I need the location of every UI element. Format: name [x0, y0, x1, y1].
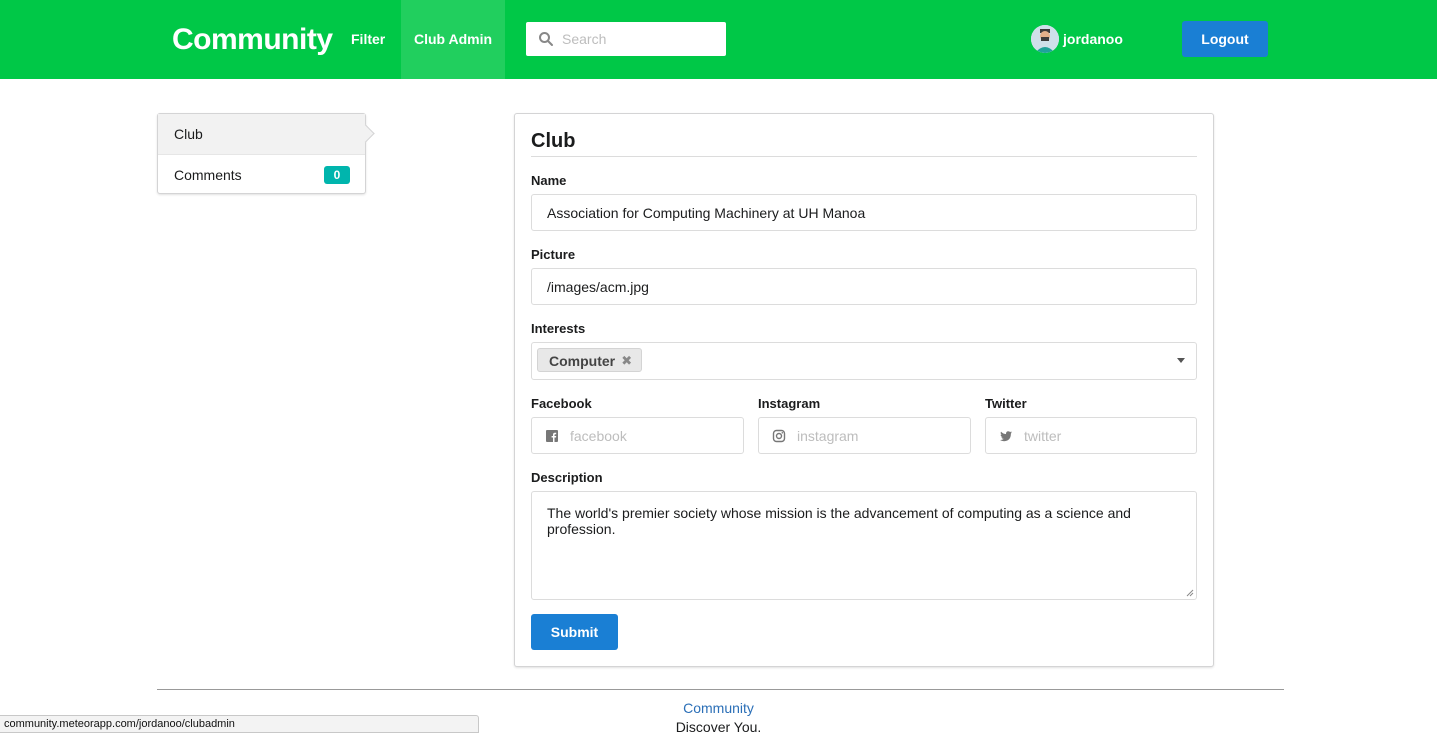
interests-multiselect[interactable]: Computer ✖: [531, 342, 1197, 380]
footer-divider: [157, 689, 1284, 690]
description-value: The world's premier society whose missio…: [547, 505, 1131, 537]
name-field[interactable]: Association for Computing Machinery at U…: [531, 194, 1197, 231]
dropdown-caret-icon[interactable]: [1177, 358, 1185, 363]
instagram-icon: [772, 429, 786, 443]
interest-chip-label: Computer: [549, 353, 616, 369]
form-title: Club: [531, 130, 576, 152]
sidebar-menu: Club Comments 0: [157, 113, 375, 194]
active-pointer: [356, 124, 375, 143]
top-navbar: Community Filter Club Admin jordanoo Log…: [0, 0, 1437, 79]
twitter-placeholder: twitter: [1024, 427, 1062, 444]
user-name[interactable]: jordanoo: [1063, 25, 1123, 53]
nav-link-club-admin[interactable]: Club Admin: [401, 0, 505, 79]
resize-handle-icon[interactable]: [1186, 589, 1194, 597]
twitter-label: Twitter: [985, 396, 1027, 411]
description-label: Description: [531, 470, 603, 485]
facebook-field[interactable]: facebook: [531, 417, 744, 454]
sidebar-item-club[interactable]: Club: [158, 114, 375, 154]
name-label: Name: [531, 173, 567, 188]
club-form: Club Name Association for Computing Mach…: [514, 113, 1214, 667]
picture-field[interactable]: /images/acm.jpg: [531, 268, 1197, 305]
facebook-label: Facebook: [531, 396, 592, 411]
picture-label: Picture: [531, 247, 576, 262]
brand-logo[interactable]: Community: [172, 20, 333, 60]
search-input[interactable]: [562, 22, 722, 56]
instagram-placeholder: instagram: [797, 427, 859, 444]
search-box: [526, 22, 726, 56]
sidebar-item-label: Club: [174, 126, 203, 142]
facebook-icon: [546, 430, 558, 442]
twitter-field[interactable]: twitter: [985, 417, 1197, 454]
title-divider: [531, 156, 1197, 157]
sidebar-item-label: Comments: [174, 167, 242, 183]
interest-chip[interactable]: Computer ✖: [537, 348, 643, 373]
picture-value: /images/acm.jpg: [547, 278, 649, 295]
facebook-placeholder: facebook: [570, 427, 627, 444]
logout-button[interactable]: Logout: [1182, 21, 1268, 57]
interests-label: Interests: [531, 321, 586, 336]
comments-count-badge: 0: [324, 166, 350, 184]
browser-status-bar: community.meteorapp.com/jordanoo/clubadm…: [0, 715, 479, 733]
sidebar-item-comments[interactable]: Comments 0: [158, 154, 365, 194]
twitter-icon: [1000, 431, 1012, 442]
remove-chip-icon[interactable]: ✖: [621, 349, 632, 373]
submit-button[interactable]: Submit: [531, 614, 618, 650]
description-textarea[interactable]: The world's premier society whose missio…: [531, 491, 1197, 600]
name-value: Association for Computing Machinery at U…: [547, 204, 866, 221]
avatar-person-icon: [1031, 25, 1059, 53]
user-avatar[interactable]: [1031, 25, 1059, 53]
nav-link-filter[interactable]: Filter: [351, 0, 385, 79]
instagram-label: Instagram: [758, 396, 821, 411]
instagram-field[interactable]: instagram: [758, 417, 971, 454]
search-icon: [539, 32, 553, 46]
